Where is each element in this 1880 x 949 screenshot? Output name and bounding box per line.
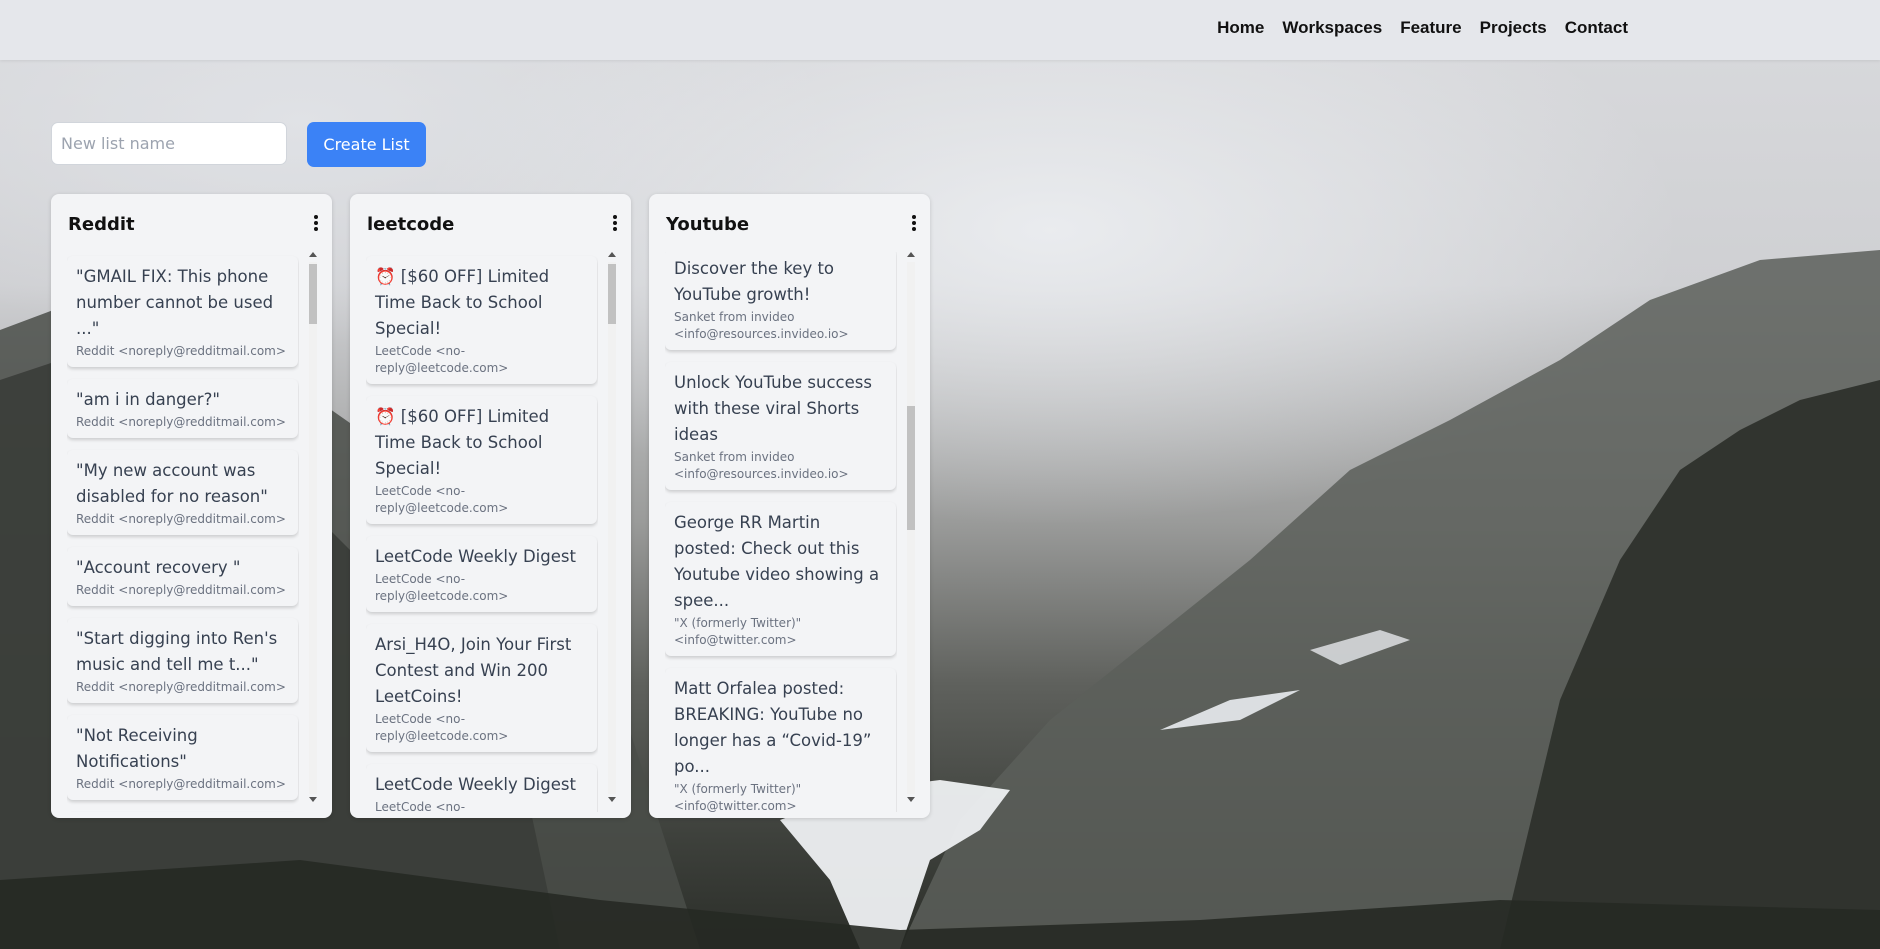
new-list-name-input[interactable] — [51, 122, 287, 165]
email-subject: "Start digging into Ren's music and tell… — [76, 629, 278, 674]
list-menu-icon[interactable] — [609, 215, 621, 235]
list-title: Reddit — [68, 214, 135, 235]
scrollbar-thumb[interactable] — [309, 264, 317, 324]
email-card[interactable]: LeetCode Weekly Digest LeetCode <no-reply… — [366, 536, 597, 612]
scrollbar-thumb[interactable] — [608, 264, 616, 324]
email-card[interactable]: Unlock YouTube success with these viral … — [665, 362, 896, 490]
scroll-down-arrow-icon[interactable] — [907, 797, 915, 802]
email-sender: "X (formerly Twitter)" <info@twitter.com… — [674, 616, 802, 647]
nav-projects-link[interactable]: Projects — [1480, 18, 1547, 38]
email-sender: LeetCode <no-reply@leetcode.com> — [375, 344, 509, 375]
list-column-youtube: Youtube Discover the key to YouTube grow… — [649, 194, 930, 818]
card-list[interactable]: "GMAIL FIX: This phone number cannot be … — [67, 252, 299, 812]
scroll-up-arrow-icon[interactable] — [608, 252, 616, 257]
email-card[interactable]: George RR Martin posted: Check out this … — [665, 502, 896, 656]
card-list[interactable]: Discover the key to YouTube growth! Sanke… — [665, 252, 897, 812]
list-title: leetcode — [367, 214, 455, 235]
email-card[interactable]: Arsi_H4O, Join Your First Contest and Wi… — [366, 624, 597, 752]
email-subject: ⏰ [$60 OFF] Limited Time Back to School … — [375, 407, 550, 478]
email-sender: "X (formerly Twitter)" <info@twitter.com… — [674, 782, 802, 812]
email-subject: "am i in danger?" — [76, 390, 220, 409]
email-sender: Reddit <noreply@redditmail.com> — [76, 777, 286, 791]
scrollbar-thumb[interactable] — [907, 406, 915, 531]
email-sender: Sanket from invideo <info@resources.invi… — [674, 310, 849, 341]
list-scrollbar[interactable] — [906, 252, 916, 802]
scroll-down-arrow-icon[interactable] — [309, 797, 317, 802]
email-card[interactable]: Discover the key to YouTube growth! Sanke… — [665, 252, 896, 350]
email-card[interactable]: Matt Orfalea posted: BREAKING: YouTube n… — [665, 668, 896, 812]
email-card[interactable]: "am i in danger?" Reddit <noreply@redditm… — [67, 379, 298, 438]
scroll-up-arrow-icon[interactable] — [309, 252, 317, 257]
email-subject: Matt Orfalea posted: BREAKING: YouTube n… — [674, 679, 872, 776]
main-nav: Home Workspaces Feature Projects Contact — [1217, 18, 1628, 38]
list-scrollbar[interactable] — [308, 252, 318, 802]
email-sender: Reddit <noreply@redditmail.com> — [76, 415, 286, 429]
email-subject: George RR Martin posted: Check out this … — [674, 513, 880, 610]
top-navbar: Home Workspaces Feature Projects Contact — [0, 0, 1880, 60]
scroll-up-arrow-icon[interactable] — [907, 252, 915, 257]
list-menu-icon[interactable] — [908, 215, 920, 235]
email-subject: Arsi_H4O, Join Your First Contest and Wi… — [375, 635, 572, 706]
email-card[interactable]: ⏰ [$60 OFF] Limited Time Back to School … — [366, 396, 597, 524]
email-subject: LeetCode Weekly Digest — [375, 547, 576, 566]
scroll-down-arrow-icon[interactable] — [608, 797, 616, 802]
list-menu-icon[interactable] — [310, 215, 322, 235]
email-sender: LeetCode <no-reply@leetcode.com> — [375, 800, 466, 812]
email-card[interactable]: LeetCode Weekly Digest LeetCode <no-reply… — [366, 764, 597, 812]
email-sender: Sanket from invideo <info@resources.invi… — [674, 450, 849, 481]
email-sender: Reddit <noreply@redditmail.com> — [76, 344, 286, 358]
email-subject: Unlock YouTube success with these viral … — [674, 373, 872, 444]
email-subject: "Not Receiving Notifications" — [76, 726, 198, 771]
email-card[interactable]: "Start digging into Ren's music and tell… — [67, 618, 298, 703]
email-sender: Reddit <noreply@redditmail.com> — [76, 512, 286, 526]
email-subject: "My new account was disabled for no reas… — [76, 461, 268, 506]
email-sender: LeetCode <no-reply@leetcode.com> — [375, 484, 509, 515]
email-sender: LeetCode <no-reply@leetcode.com> — [375, 712, 509, 743]
list-title: Youtube — [666, 214, 750, 235]
nav-contact-link[interactable]: Contact — [1565, 18, 1628, 38]
email-sender: Reddit <noreply@redditmail.com> — [76, 680, 286, 694]
list-column-leetcode: leetcode ⏰ [$60 OFF] Limited Time Back t… — [350, 194, 631, 818]
list-scrollbar[interactable] — [607, 252, 617, 802]
email-subject: ⏰ [$60 OFF] Limited Time Back to School … — [375, 267, 550, 338]
scrollbar-track[interactable] — [309, 262, 317, 794]
email-card[interactable]: "GMAIL FIX: This phone number cannot be … — [67, 256, 298, 367]
email-subject: LeetCode Weekly Digest — [375, 775, 576, 794]
email-card[interactable]: ⏰ [$60 OFF] Limited Time Back to School … — [366, 256, 597, 384]
email-card[interactable]: "My new account was disabled for no reas… — [67, 450, 298, 535]
email-sender: Reddit <noreply@redditmail.com> — [76, 583, 286, 597]
nav-home-link[interactable]: Home — [1217, 18, 1264, 38]
email-subject: "GMAIL FIX: This phone number cannot be … — [76, 267, 274, 338]
create-list-button[interactable]: Create List — [307, 122, 426, 167]
email-sender: LeetCode <no-reply@leetcode.com> — [375, 572, 509, 603]
email-subject: "Account recovery " — [76, 558, 241, 577]
scrollbar-track[interactable] — [608, 262, 616, 794]
email-card[interactable]: "Account recovery " Reddit <noreply@reddi… — [67, 547, 298, 606]
email-card[interactable]: "Not Receiving Notifications" Reddit <nor… — [67, 715, 298, 800]
nav-feature-link[interactable]: Feature — [1400, 18, 1461, 38]
card-list[interactable]: ⏰ [$60 OFF] Limited Time Back to School … — [366, 252, 598, 812]
list-column-reddit: Reddit "GMAIL FIX: This phone number can… — [51, 194, 332, 818]
email-subject: Discover the key to YouTube growth! — [674, 259, 835, 304]
nav-workspaces-link[interactable]: Workspaces — [1282, 18, 1382, 38]
